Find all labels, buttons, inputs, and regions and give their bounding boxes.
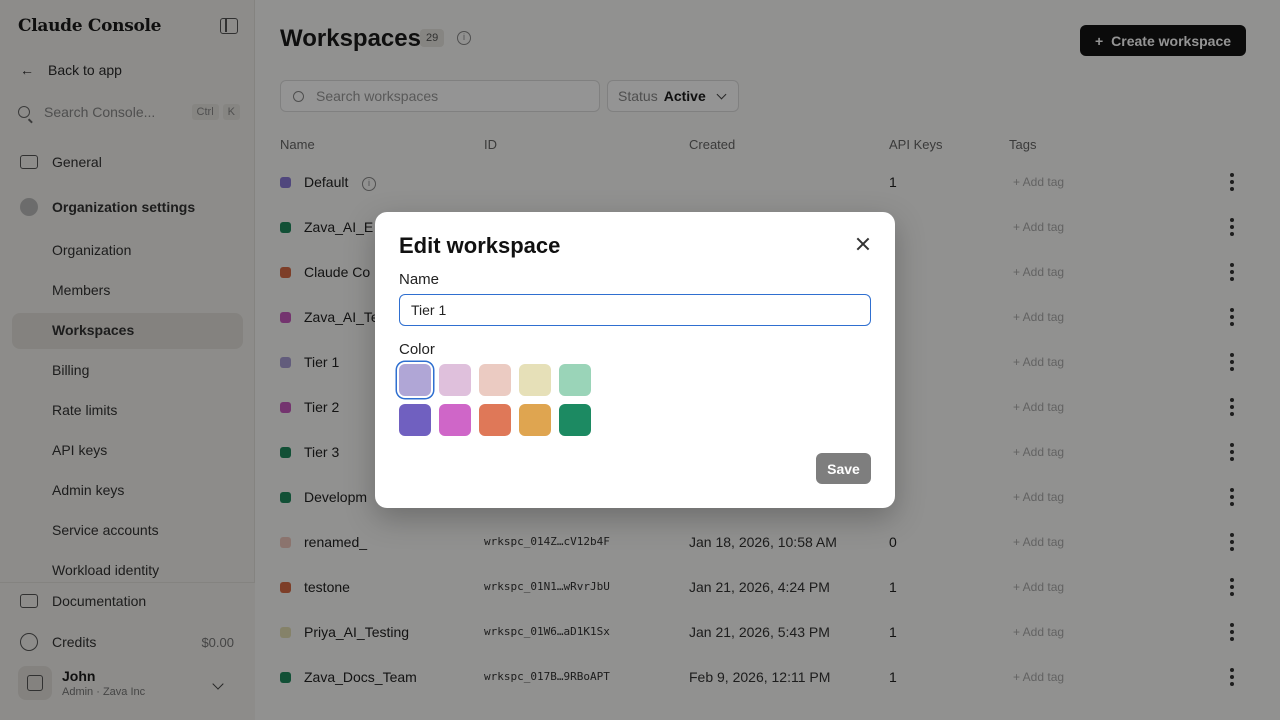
color-swatch-option[interactable] xyxy=(559,404,591,436)
name-label: Name xyxy=(399,271,440,288)
workspace-name-input[interactable] xyxy=(399,294,871,326)
edit-workspace-dialog: Edit workspace Name Color Save xyxy=(375,212,895,508)
dialog-title: Edit workspace xyxy=(399,233,561,258)
save-button[interactable]: Save xyxy=(816,453,871,484)
color-swatch-option[interactable] xyxy=(439,404,471,436)
color-swatch-option[interactable] xyxy=(559,364,591,396)
color-swatch-option[interactable] xyxy=(399,364,431,396)
color-swatch-option[interactable] xyxy=(479,404,511,436)
color-swatch-option[interactable] xyxy=(519,404,551,436)
color-swatch-option[interactable] xyxy=(519,364,551,396)
color-label: Color xyxy=(399,341,435,358)
color-swatch-option[interactable] xyxy=(439,364,471,396)
close-icon[interactable] xyxy=(855,236,871,252)
color-swatch-option[interactable] xyxy=(399,404,431,436)
color-swatch-option[interactable] xyxy=(479,364,511,396)
color-picker xyxy=(399,364,599,436)
